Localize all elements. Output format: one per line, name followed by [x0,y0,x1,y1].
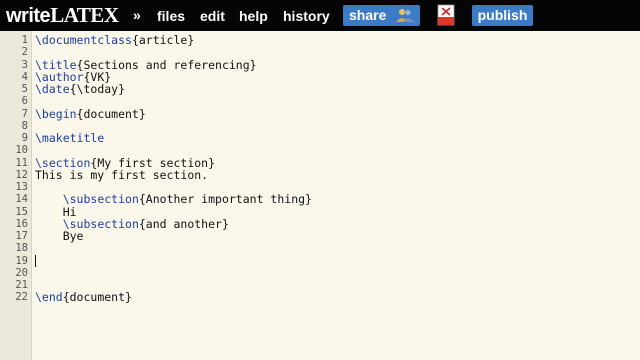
code-text: {\today} [69,82,126,96]
line-number: 19 [15,254,28,267]
code-line[interactable]: \title{Sections and referencing} [35,59,257,71]
line-number: 16 [15,217,28,230]
line-number: 15 [15,205,28,218]
code-text: {article} [131,33,195,47]
line-number: 17 [15,230,28,242]
line-number: 4 [21,70,28,83]
code-text: {and another} [138,216,229,231]
line-number: 1 [21,34,28,46]
latex-command: \maketitle [35,131,105,145]
menu-toggle-chevron[interactable]: » [133,7,141,23]
line-number: 18 [15,242,28,255]
line-number: 7 [21,107,28,120]
logo-latex-text: LATEX [50,3,119,27]
code-line[interactable]: Hi [35,206,77,218]
code-line[interactable]: \maketitle [35,132,104,144]
code-line[interactable]: Bye [35,229,84,243]
line-number: 22 [15,291,28,304]
latex-command: \begin [35,106,77,121]
code-text: {document} [62,290,132,305]
latex-command: \date [35,82,70,96]
code-text: {document} [76,106,146,121]
text-cursor [35,254,36,267]
code-line[interactable]: \date{\today} [35,83,125,95]
share-button-label: share [349,7,387,23]
code-text: This is my first section. [35,167,209,182]
files-menu[interactable]: files [157,7,185,25]
line-number: 14 [15,193,28,206]
line-number: 6 [21,95,28,108]
code-line[interactable]: \end{document} [35,291,132,303]
edit-menu[interactable]: edit [200,7,225,25]
line-number: 12 [15,168,28,181]
pdf-icon[interactable] [435,4,457,26]
line-number-gutter: 1 2 3 4 5 6 7 8 9 10 11 12 13 14 15 16 17 18 19 20 21 22 [0,31,32,360]
code-line[interactable]: \section{My first section} [35,157,215,169]
code-text: {Another important thing} [138,192,312,207]
code-text: Bye [62,229,84,243]
line-number: 10 [15,144,28,157]
code-line[interactable]: \subsection{and another} [35,218,229,230]
line-number: 9 [21,132,28,144]
share-button[interactable]: share [343,5,420,26]
code-line[interactable]: \begin{document} [35,108,146,120]
top-toolbar: writeLATEX » files edit help history sha… [0,0,640,31]
line-number: 13 [15,181,28,193]
logo-write-text: write [6,5,51,27]
code-line[interactable]: This is my first section. [35,169,208,181]
code-line[interactable]: \documentclass{article} [35,34,194,46]
latex-command: \end [35,290,63,305]
code-line[interactable]: \author{VK} [35,71,111,83]
line-number: 5 [21,83,28,95]
share-people-icon [396,9,414,22]
code-line[interactable]: \subsection{Another important thing} [35,193,312,205]
line-number: 3 [21,58,28,71]
line-number: 20 [15,266,28,279]
latex-command: \documentclass [35,33,132,47]
line-number: 8 [21,119,28,132]
line-number: 21 [15,279,28,291]
history-menu[interactable]: history [283,7,330,25]
writelatex-logo[interactable]: writeLATEX [6,3,119,28]
line-number: 11 [15,156,28,169]
publish-button[interactable]: publish [472,5,533,26]
line-number: 2 [21,46,28,59]
help-menu[interactable]: help [239,7,268,25]
